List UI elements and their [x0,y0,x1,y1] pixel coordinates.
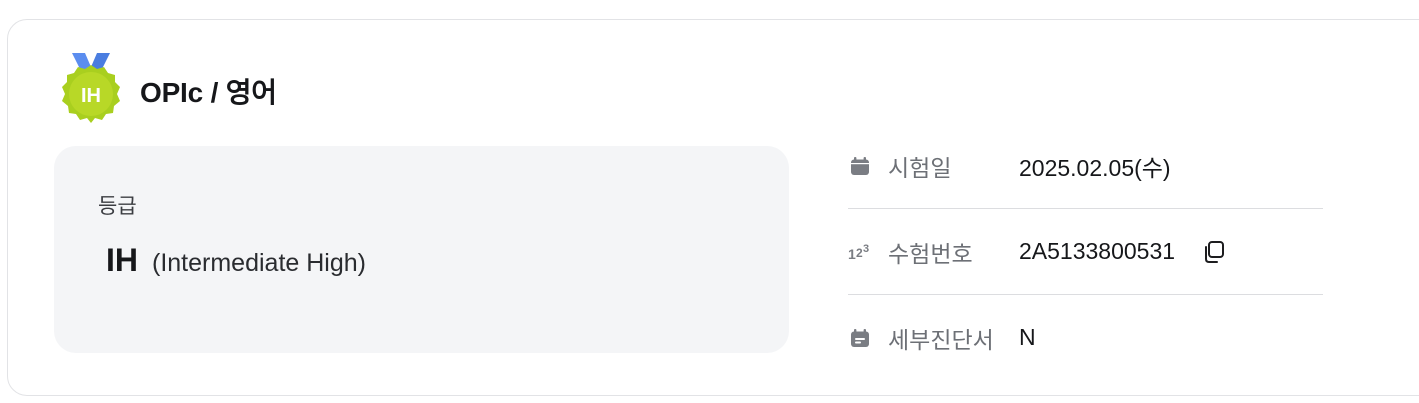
exam-number-text: 2A5133800531 [1019,238,1176,264]
card-header: IH OPIc / 영어 [58,53,277,129]
opic-result-card: IH OPIc / 영어 등급 IH (Intermediate High) 시… [7,19,1419,396]
info-label: 시험일 [888,154,952,181]
info-value-detail-report: N [1019,324,1036,350]
info-label: 세부진단서 [888,326,994,353]
svg-text:3: 3 [863,243,869,255]
grade-code: IH [106,242,138,278]
exam-info-list: 시험일 2025.02.05(수) 1 2 3 수험번호 2A513380053… [848,123,1323,380]
calendar-check-icon [848,326,872,350]
info-value-exam-date: 2025.02.05(수) [1019,154,1171,181]
grade-full-name: (Intermediate High) [152,249,366,277]
medal-label: IH [81,85,101,107]
info-row-detail-report: 세부진단서 N [848,294,1323,380]
page-title: OPIc / 영어 [140,77,277,108]
calendar-icon [848,154,872,178]
info-value-exam-number: 2A5133800531 [1019,238,1227,265]
medal-icon: IH [58,53,124,129]
grade-label: 등급 [98,195,137,218]
numbers-icon: 1 2 3 [848,240,872,264]
info-row-exam-number: 1 2 3 수험번호 2A5133800531 [848,208,1323,294]
svg-text:1: 1 [848,246,856,262]
grade-value: IH (Intermediate High) [106,242,366,279]
copy-icon[interactable] [1201,239,1227,265]
info-row-exam-date: 시험일 2025.02.05(수) [848,123,1323,208]
grade-panel: 등급 IH (Intermediate High) [54,146,789,353]
info-label: 수험번호 [888,240,973,267]
svg-text:2: 2 [856,246,863,260]
